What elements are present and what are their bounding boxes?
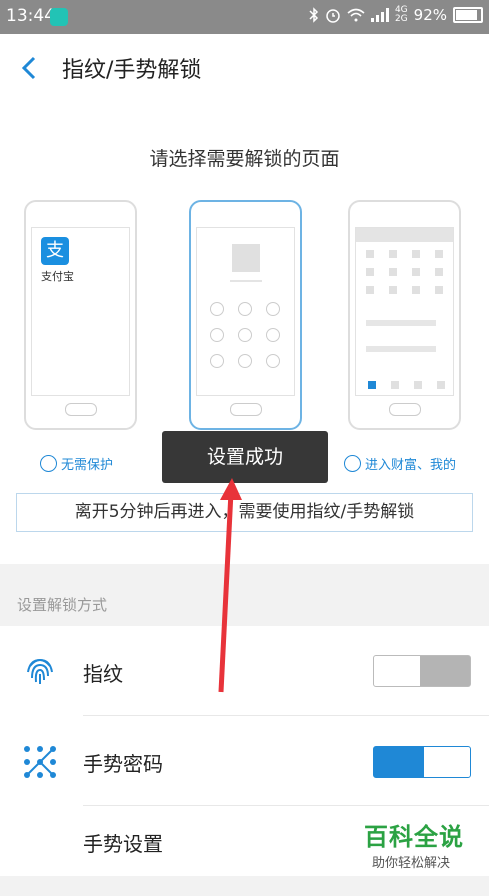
text-placeholder [229, 280, 262, 282]
radio-label: 进入财富、我的 [365, 458, 457, 473]
radio-circle-icon [344, 455, 361, 472]
radio-option-wealth[interactable]: 进入财富、我的 [344, 454, 456, 473]
page-top-panel: 指纹/手势解锁 请选择需要解锁的页面 支 支付宝 无需保护 进入财富、我的 离开… [0, 34, 489, 564]
wireframe-row [366, 320, 436, 326]
radio-option-none[interactable]: 无需保护 [40, 454, 113, 473]
fingerprint-row[interactable]: 指纹 [0, 626, 489, 716]
radio-circle-icon [40, 455, 57, 472]
toast-message: 设置成功 [162, 431, 328, 483]
wireframe-row [366, 346, 436, 352]
alipay-name: 支付宝 [41, 270, 74, 283]
battery-icon [453, 7, 483, 23]
home-button-icon [388, 403, 421, 416]
alarm-icon [326, 9, 340, 23]
status-time: 13:44 [6, 6, 55, 26]
fingerprint-label: 指纹 [83, 662, 123, 686]
phone-screen [355, 227, 454, 396]
scanner-app-icon [50, 8, 68, 26]
selection-prompt: 请选择需要解锁的页面 [149, 148, 340, 170]
home-button-icon [64, 403, 97, 416]
phone-option-wealth[interactable] [348, 200, 461, 430]
bluetooth-icon [309, 7, 319, 23]
wireframe-tab [437, 381, 445, 389]
watermark-sub: 助你轻松解决 [372, 856, 451, 871]
radio-label: 无需保护 [61, 458, 114, 473]
fingerprint-icon [27, 658, 53, 684]
home-button-icon [229, 403, 262, 416]
battery-percent: 92% [413, 6, 447, 24]
wireframe-grid [366, 250, 449, 294]
wireframe-tab [391, 381, 399, 389]
wireframe-tab [414, 381, 422, 389]
header: 指纹/手势解锁 [0, 34, 489, 104]
phone-screen: 支 支付宝 [31, 227, 130, 396]
back-arrow-icon[interactable] [14, 52, 44, 84]
avatar-placeholder [231, 244, 260, 272]
network-type: 4G 2G [395, 6, 408, 24]
wireframe-header [356, 228, 453, 242]
page-title: 指纹/手势解锁 [62, 58, 202, 83]
wireframe-tab-active [368, 381, 376, 389]
gesture-pattern-icon [24, 746, 56, 778]
section-label: 设置解锁方式 [17, 596, 108, 614]
status-indicators: 4G 2G 92% [309, 6, 483, 24]
alipay-logo-icon: 支 [41, 237, 69, 265]
watermark-main: 百科全说 [364, 823, 464, 851]
gesture-settings-label: 手势设置 [83, 832, 163, 856]
signal-icon [370, 8, 389, 22]
gesture-row[interactable]: 手势密码 [0, 716, 489, 806]
gesture-label: 手势密码 [83, 752, 163, 776]
wifi-icon [347, 8, 365, 22]
phone-screen [196, 227, 295, 396]
gesture-toggle[interactable] [373, 746, 471, 778]
phone-option-gesture[interactable] [189, 200, 302, 430]
watermark: 百科全说 助你轻松解决 [364, 817, 464, 871]
network-bottom: 2G [394, 14, 408, 24]
unlock-notice: 离开5分钟后再进入，需要使用指纹/手势解锁 [16, 493, 473, 532]
fingerprint-toggle[interactable] [373, 655, 471, 687]
status-bar: 13:44 4G 2G 92% [0, 0, 489, 34]
gesture-dots-grid [210, 302, 282, 368]
phone-option-none[interactable]: 支 支付宝 [24, 200, 137, 430]
